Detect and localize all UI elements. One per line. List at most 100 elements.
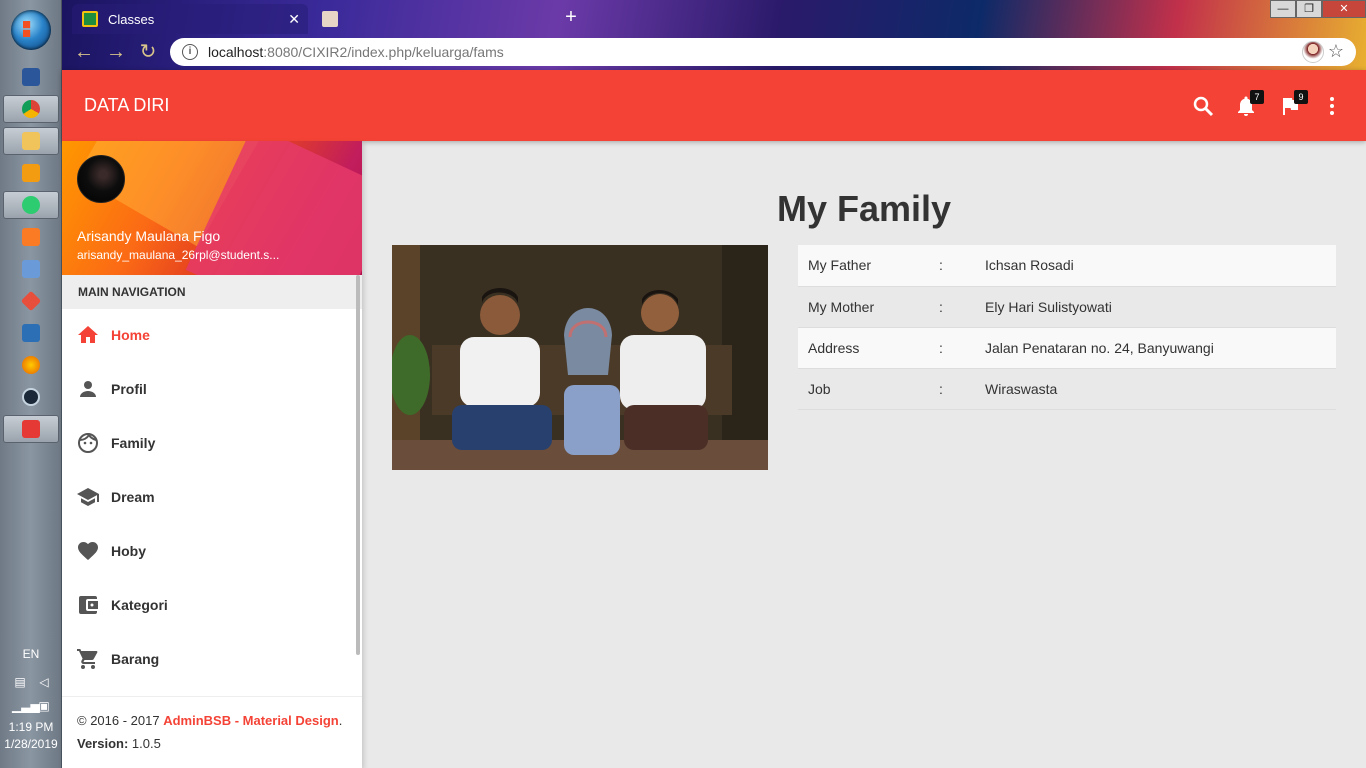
taskbar-atom[interactable] xyxy=(3,191,59,219)
tab-classes[interactable]: Classes ✕ xyxy=(72,4,308,34)
restore-button[interactable]: ❐ xyxy=(1296,0,1322,18)
row-value: Ichsan Rosadi xyxy=(985,257,1074,274)
tasks-badge: 9 xyxy=(1294,90,1308,104)
reload-icon[interactable]: ↻ xyxy=(136,40,160,64)
browser-chrome: Classes ✕ + — ❐ ✕ ← → ↻ i localhost:8080… xyxy=(62,0,1366,70)
row-key: Job xyxy=(808,380,831,397)
git-icon xyxy=(20,290,42,312)
firefox-icon xyxy=(22,356,40,374)
tasks-button[interactable]: 9 xyxy=(1278,90,1308,118)
new-tab-button[interactable]: + xyxy=(558,6,584,28)
taskbar-media[interactable] xyxy=(3,159,59,187)
adminbsb-link[interactable]: AdminBSB - Material Design xyxy=(163,713,339,728)
app-icon xyxy=(22,420,40,438)
more-vert-icon[interactable] xyxy=(1320,94,1344,118)
taskbar-steam[interactable] xyxy=(3,383,59,411)
clock-time[interactable]: 1:19 PM xyxy=(0,720,62,734)
row-separator: : xyxy=(939,257,943,274)
forward-icon[interactable]: → xyxy=(104,40,128,64)
clipboard-icon[interactable]: ▤ xyxy=(12,675,28,689)
user-info-panel: Arisandy Maulana Figo arisandy_maulana_2… xyxy=(62,141,362,275)
row-key: My Mother xyxy=(808,298,875,315)
taskbar-word[interactable] xyxy=(3,63,59,91)
tab-title: Classes xyxy=(108,11,155,27)
taskbar-firefox[interactable] xyxy=(3,351,59,379)
close-tab-icon[interactable]: ✕ xyxy=(288,11,300,28)
start-button[interactable] xyxy=(11,10,51,50)
table-row: My Mother : Ely Hari Sulistyowati xyxy=(798,286,1336,327)
info-icon[interactable]: i xyxy=(182,44,198,60)
taskbar-explorer[interactable] xyxy=(3,127,59,155)
version-line: Version: 1.0.5 xyxy=(77,736,347,751)
windows-taskbar: EN ▤ ◁ ▁▃▅ ▣ 1:19 PM 1/28/2019 xyxy=(0,0,62,768)
row-value: Jalan Penataran no. 24, Banyuwangi xyxy=(985,339,1214,356)
copyright-period: . xyxy=(338,713,343,728)
taskbar-filezilla[interactable] xyxy=(3,319,59,347)
url-path: :8080/CIXIR2/index.php/keluarga/fams xyxy=(263,44,504,60)
row-separator: : xyxy=(939,339,943,356)
sidebar-item-profil[interactable]: Profil xyxy=(62,362,356,416)
tab-second[interactable] xyxy=(312,4,550,34)
folder-icon xyxy=(22,132,40,150)
sidebar-item-label: Hoby xyxy=(111,543,146,559)
minimize-button[interactable]: — xyxy=(1270,0,1296,18)
taskbar-git[interactable] xyxy=(3,287,59,315)
row-key: Address xyxy=(808,339,860,356)
sidebar-footer: © 2016 - 2017 AdminBSB - Material Design… xyxy=(62,696,362,768)
taskbar-chrome[interactable] xyxy=(3,95,59,123)
sidebar-item-home[interactable]: Home xyxy=(62,308,356,362)
classroom-icon xyxy=(82,11,98,27)
left-sidebar: Arisandy Maulana Figo arisandy_maulana_2… xyxy=(62,141,362,768)
profile-avatar[interactable] xyxy=(1302,41,1324,63)
page-title: My Family xyxy=(776,188,952,229)
sidebar-item-label: Barang xyxy=(111,651,160,667)
virtualbox-icon xyxy=(22,260,40,278)
family-info-table: My Father : Ichsan Rosadi My Mother : El… xyxy=(798,245,1336,410)
heart-icon xyxy=(78,542,98,560)
user-avatar[interactable] xyxy=(77,155,125,203)
table-row: My Father : Ichsan Rosadi xyxy=(798,245,1336,286)
signal-icon[interactable]: ▁▃▅ xyxy=(12,699,40,713)
sidebar-scrollbar[interactable] xyxy=(356,275,360,655)
profile-favicon-icon xyxy=(322,11,338,27)
sidebar-item-kategori[interactable]: Kategori xyxy=(62,578,356,632)
table-row: Address : Jalan Penataran no. 24, Banyuw… xyxy=(798,327,1336,368)
taskbar-xampp[interactable] xyxy=(3,223,59,251)
sidebar-item-label: Dream xyxy=(111,489,155,505)
xampp-icon xyxy=(22,228,40,246)
sidebar-item-label: Family xyxy=(111,435,156,451)
close-window-button[interactable]: ✕ xyxy=(1322,0,1366,18)
clock-date[interactable]: 1/28/2019 xyxy=(0,737,62,751)
home-icon xyxy=(78,326,98,343)
row-separator: : xyxy=(939,380,943,397)
sidebar-item-hoby[interactable]: Hoby xyxy=(62,524,356,578)
person-icon xyxy=(80,381,96,397)
notifications-button[interactable]: 7 xyxy=(1234,90,1264,118)
back-icon[interactable]: ← xyxy=(72,40,96,64)
sidebar-item-label: Home xyxy=(111,327,150,343)
network-error-icon[interactable]: ▣ xyxy=(36,699,52,713)
face-icon xyxy=(78,433,98,453)
steam-icon xyxy=(22,388,40,406)
sidebar-item-family[interactable]: Family xyxy=(62,416,356,470)
version-value: 1.0.5 xyxy=(128,736,161,751)
sidebar-item-dream[interactable]: Dream xyxy=(62,470,356,524)
atom-icon xyxy=(22,196,40,214)
sidebar-item-label: Profil xyxy=(111,381,147,397)
menu-dots-icon[interactable]: ⋮ xyxy=(1336,42,1354,62)
search-icon[interactable] xyxy=(1191,94,1215,118)
copyright-text: © 2016 - 2017 xyxy=(77,713,164,728)
app-brand[interactable]: DATA DIRI xyxy=(84,95,169,116)
app-topbar: DATA DIRI 7 9 xyxy=(62,70,1366,141)
sidebar-item-barang[interactable]: Barang xyxy=(62,632,356,686)
url-host: localhost xyxy=(208,44,264,60)
table-row: Job : Wiraswasta xyxy=(798,368,1336,409)
volume-muted-icon[interactable]: ◁ xyxy=(36,675,52,689)
taskbar-virtualbox[interactable] xyxy=(3,255,59,283)
taskbar-app[interactable] xyxy=(3,415,59,443)
family-photo-image xyxy=(392,245,768,470)
user-name[interactable]: Arisandy Maulana Figo xyxy=(77,228,220,244)
copyright-line: © 2016 - 2017 AdminBSB - Material Design… xyxy=(77,713,347,728)
address-bar[interactable]: i localhost:8080/CIXIR2/index.php/keluar… xyxy=(170,38,1356,66)
language-indicator[interactable]: EN xyxy=(0,647,62,661)
